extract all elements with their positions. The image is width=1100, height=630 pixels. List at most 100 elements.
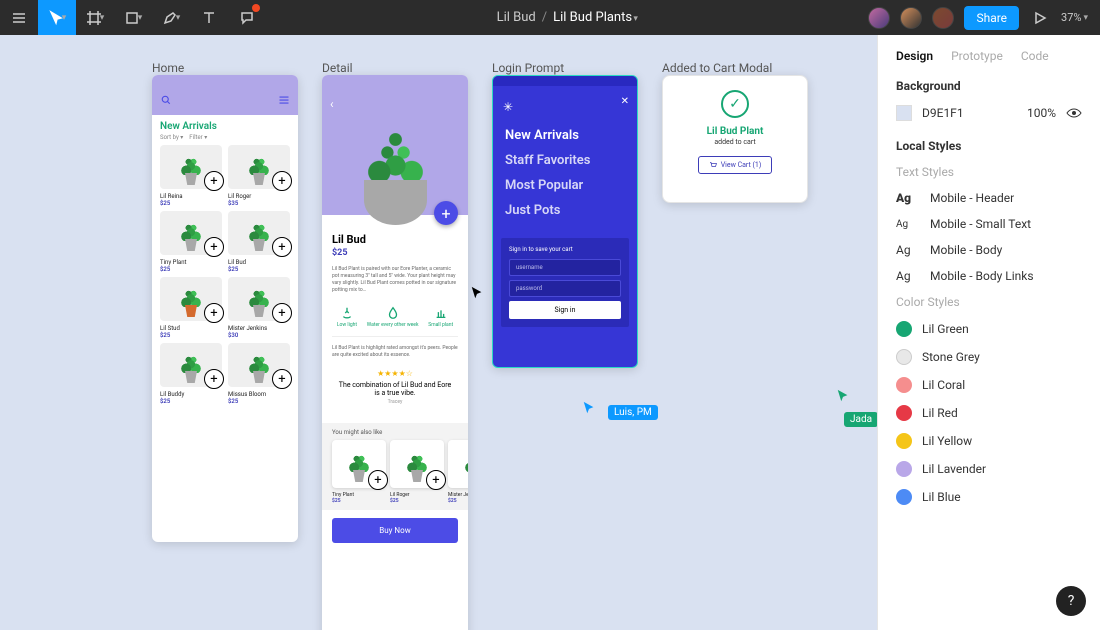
text-style-item[interactable]: AgMobile - Header (896, 191, 1082, 205)
color-style-item[interactable]: Lil Red (896, 405, 1082, 421)
product-price: $25 (228, 398, 290, 405)
tab-prototype[interactable]: Prototype (951, 49, 1003, 63)
search-icon (160, 94, 172, 106)
tab-code[interactable]: Code (1021, 49, 1049, 63)
menu-icon (278, 94, 290, 106)
product-card: + Lil Roger$35 (228, 145, 290, 207)
color-style-item[interactable]: Lil Lavender (896, 461, 1082, 477)
login-frame[interactable]: ✳ ✕ New ArrivalsStaff FavoritesMost Popu… (492, 75, 638, 368)
frame-label-home[interactable]: Home (152, 61, 184, 75)
collaborator-cursor: Jada (836, 388, 877, 427)
cart-icon (709, 161, 717, 169)
feature-item: Water every other week (367, 306, 419, 328)
project-folder[interactable]: Lil Bud (497, 10, 536, 25)
section-title: New Arrivals (152, 115, 298, 134)
text-style-item[interactable]: AgMobile - Small Text (896, 217, 1082, 231)
color-style-item[interactable]: Lil Yellow (896, 433, 1082, 449)
suggestion-card: +Lil Roger$25 (390, 440, 444, 504)
frame-tool-button[interactable]: ▾ (76, 0, 114, 35)
modal-frame[interactable]: ✓ Lil Bud Plant added to cart View Cart … (662, 75, 808, 203)
text-style-item[interactable]: AgMobile - Body (896, 243, 1082, 257)
add-button: + (204, 369, 224, 389)
product-image (350, 115, 440, 225)
background-hex-input[interactable]: D9E1F1 (922, 106, 1017, 120)
product-name: Lil Bud (228, 259, 290, 266)
modal-title: Lil Bud Plant (707, 126, 764, 137)
color-style-item[interactable]: Lil Coral (896, 377, 1082, 393)
logo-icon: ✳ (503, 100, 513, 114)
project-name[interactable]: Lil Bud Plants ▾ (553, 10, 638, 25)
share-button[interactable]: Share (964, 6, 1019, 30)
star-rating: ★★★★☆ (332, 369, 458, 378)
back-icon: ‹ (330, 97, 334, 111)
move-tool-button[interactable]: ▾ (38, 0, 76, 35)
collaborator-cursor: Luis, PM (582, 400, 658, 420)
product-card: +Mister Jenkins$30 (228, 277, 290, 339)
zoom-dropdown[interactable]: 37%▾ (1061, 11, 1088, 24)
product-card: +Lil Stud$25 (160, 277, 222, 339)
checkmark-icon: ✓ (721, 90, 749, 118)
add-button: + (272, 171, 292, 191)
main-menu-button[interactable] (0, 0, 38, 35)
product-card: +Lil Reina$25 (160, 145, 222, 207)
nav-link: Most Popular (505, 178, 625, 193)
filter-dropdown: Filter ▾ (189, 134, 207, 141)
present-button[interactable] (1029, 0, 1051, 35)
product-image: + (160, 277, 222, 321)
pen-tool-button[interactable]: ▾ (152, 0, 190, 35)
product-image: + (160, 145, 222, 189)
close-icon: ✕ (621, 96, 629, 107)
color-style-item[interactable]: Stone Grey (896, 349, 1082, 365)
product-image: + (228, 277, 290, 321)
product-name: Lil Stud (160, 325, 222, 332)
text-style-item[interactable]: AgMobile - Body Links (896, 269, 1082, 283)
nav-link: New Arrivals (505, 128, 625, 143)
home-header (152, 85, 298, 115)
collaborator-avatar[interactable] (868, 7, 890, 29)
password-input: password (509, 280, 621, 297)
collaborator-avatar[interactable] (900, 7, 922, 29)
product-price: $25 (332, 248, 458, 258)
add-button: + (204, 237, 224, 257)
view-cart-button: View Cart (1) (698, 156, 773, 174)
visibility-toggle-icon[interactable] (1066, 105, 1082, 121)
mobile-statusbar (152, 75, 298, 85)
home-frame[interactable]: New Arrivals Sort by ▾ Filter ▾ +Lil Rei… (152, 75, 298, 542)
login-form: Sign in to save your cart username passw… (501, 238, 629, 327)
frame-label-modal[interactable]: Added to Cart Modal (662, 61, 772, 75)
add-button: + (204, 303, 224, 323)
separator: / (542, 10, 547, 25)
text-tool-button[interactable] (190, 0, 228, 35)
product-price: $30 (228, 332, 290, 339)
sign-in-button: Sign in (509, 301, 621, 319)
color-style-item[interactable]: Lil Green (896, 321, 1082, 337)
product-price: $35 (228, 200, 290, 207)
product-image: + (228, 343, 290, 387)
review-quote: The combination of Lil Bud and Eore is a… (332, 381, 458, 397)
shape-tool-button[interactable]: ▾ (114, 0, 152, 35)
background-swatch[interactable] (896, 105, 912, 121)
add-button: + (204, 171, 224, 191)
collaborator-label: Luis, PM (608, 405, 658, 420)
product-card: +Lil Buddy$25 (160, 343, 222, 405)
feature-item: Low light (337, 306, 357, 328)
help-button[interactable]: ? (1056, 586, 1086, 616)
product-image: + (160, 343, 222, 387)
local-styles-heading: Local Styles (896, 139, 1082, 153)
tab-design[interactable]: Design (896, 49, 933, 63)
form-title: Sign in to save your cart (509, 246, 621, 253)
product-name: Lil Roger (228, 193, 290, 200)
collaborator-avatar[interactable] (932, 7, 954, 29)
product-image: + (160, 211, 222, 255)
product-title: Lil Bud (332, 233, 458, 246)
add-to-cart-fab: + (434, 201, 458, 225)
detail-frame[interactable]: ‹ + Lil Bud $25 Lil Bud Plant is paired … (322, 75, 468, 630)
add-button: + (272, 369, 292, 389)
product-image: + (228, 145, 290, 189)
frame-label-detail[interactable]: Detail (322, 61, 353, 75)
color-style-item[interactable]: Lil Blue (896, 489, 1082, 505)
comment-tool-button[interactable] (228, 0, 266, 35)
background-opacity-input[interactable]: 100% (1027, 106, 1056, 120)
product-description: Lil Bud Plant is paired with our Eore Pl… (332, 266, 458, 294)
frame-label-login[interactable]: Login Prompt (492, 61, 564, 75)
